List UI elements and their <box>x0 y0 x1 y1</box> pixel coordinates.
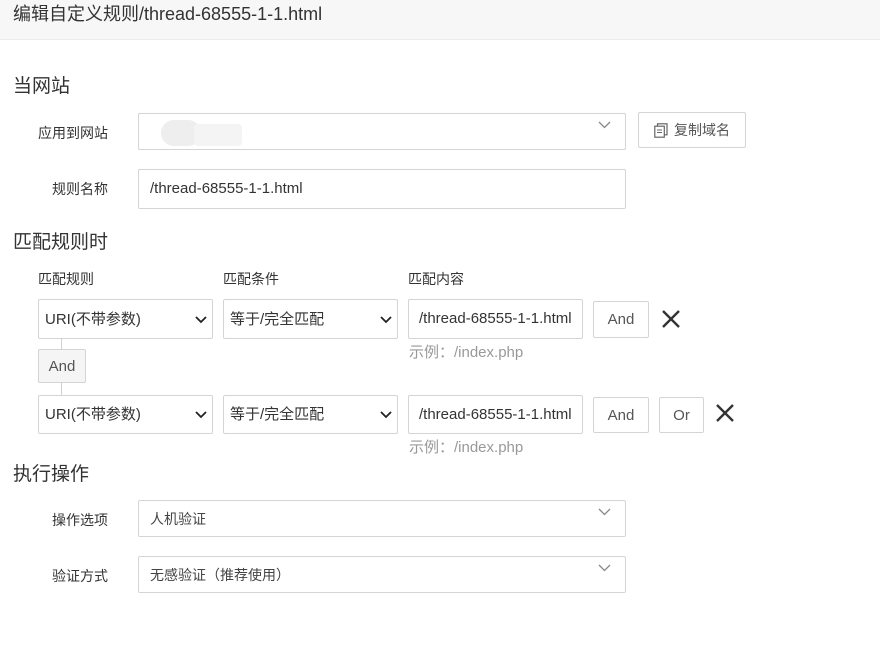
match-content-input[interactable]: /thread-68555-1-1.html <box>408 299 583 339</box>
match-content-value: /thread-68555-1-1.html <box>419 406 572 423</box>
copy-domain-label: 复制域名 <box>674 122 730 138</box>
add-and-button[interactable]: And <box>593 397 649 433</box>
chevron-down-icon <box>598 508 611 516</box>
match-condition-value: 等于/完全匹配 <box>230 311 325 328</box>
action-section-title: 执行操作 <box>13 464 90 485</box>
verify-method-value: 无感验证（推荐使用） <box>150 567 290 583</box>
rule-name-label: 规则名称 <box>52 181 108 197</box>
match-condition-select[interactable]: 等于/完全匹配 <box>223 299 398 339</box>
col-header-rule: 匹配规则 <box>38 271 94 287</box>
match-content-value: /thread-68555-1-1.html <box>419 310 572 327</box>
rule-name-value: /thread-68555-1-1.html <box>150 180 303 197</box>
action-option-select[interactable]: 人机验证 <box>138 500 626 537</box>
match-rule-select[interactable]: URI(不带参数) <box>38 395 213 434</box>
page-title: 编辑自定义规则/thread-68555-1-1.html <box>13 4 323 24</box>
verify-method-select[interactable]: 无感验证（推荐使用） <box>138 556 626 593</box>
action-option-value: 人机验证 <box>150 511 206 527</box>
action-option-label: 操作选项 <box>52 512 108 528</box>
match-rule-value: URI(不带参数) <box>45 406 141 423</box>
copy-domain-button[interactable]: 复制域名 <box>638 112 746 148</box>
logic-joiner-and[interactable]: And <box>38 349 86 383</box>
site-section-title: 当网站 <box>13 76 71 97</box>
col-header-condition: 匹配条件 <box>223 271 279 287</box>
match-rule-value: URI(不带参数) <box>45 311 141 328</box>
rule-name-input[interactable]: /thread-68555-1-1.html <box>138 169 626 209</box>
chevron-down-icon <box>380 411 392 419</box>
chevron-down-icon <box>598 121 611 129</box>
match-content-hint: 示例：/index.php <box>409 439 524 456</box>
remove-condition-icon[interactable] <box>661 309 681 329</box>
chevron-down-icon <box>195 316 207 324</box>
col-header-content: 匹配内容 <box>408 271 464 287</box>
match-condition-value: 等于/完全匹配 <box>230 406 325 423</box>
match-content-input[interactable]: /thread-68555-1-1.html <box>408 395 583 434</box>
apply-to-site-label: 应用到网站 <box>38 125 108 141</box>
add-and-button[interactable]: And <box>593 301 649 338</box>
remove-condition-icon[interactable] <box>715 403 735 423</box>
match-condition-select[interactable]: 等于/完全匹配 <box>223 395 398 434</box>
chevron-down-icon <box>598 564 611 572</box>
match-content-hint: 示例：/index.php <box>409 344 524 361</box>
add-or-button[interactable]: Or <box>659 397 704 433</box>
redacted-site-mask-2 <box>194 124 242 146</box>
match-rule-select[interactable]: URI(不带参数) <box>38 299 213 339</box>
apply-to-site-select[interactable] <box>138 113 626 150</box>
chevron-down-icon <box>380 316 392 324</box>
match-section-title: 匹配规则时 <box>13 232 109 253</box>
verify-method-label: 验证方式 <box>52 568 108 584</box>
chevron-down-icon <box>195 411 207 419</box>
copy-icon <box>654 122 668 138</box>
